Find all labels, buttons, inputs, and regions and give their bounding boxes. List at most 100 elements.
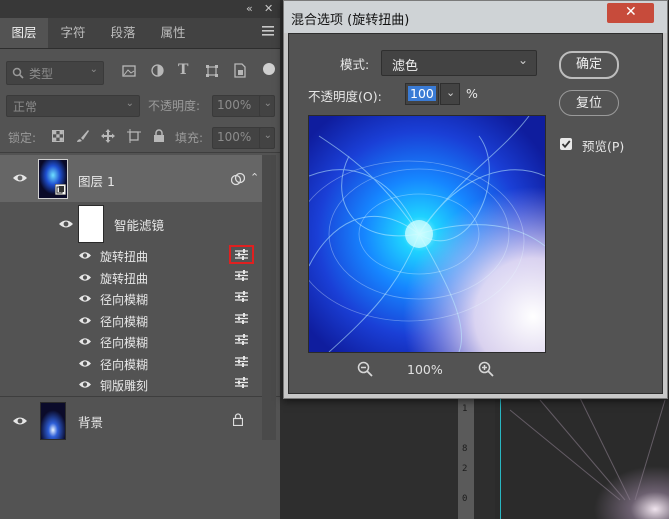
filter-row[interactable]: 径向模糊 — [0, 288, 262, 309]
mode-label: 模式: — [340, 57, 370, 72]
close-button[interactable]: ✕ — [607, 3, 654, 23]
fill-dropdown[interactable]: ⌄ — [259, 127, 275, 149]
layer-row-smart-filters[interactable]: 智能滤镜 — [0, 202, 262, 244]
layer-name: 图层 1 — [78, 174, 115, 189]
panel-tabs: 图层 字符 段落 属性 — [0, 18, 280, 49]
opacity-field[interactable]: 100% — [212, 95, 262, 117]
dialog-body: 模式: 滤色 ⌄ 不透明度(O): 100 ⌄ % 确定 复位 预览(P) 10… — [288, 33, 663, 394]
zoom-level: 100% — [407, 362, 443, 377]
lock-artboard-icon[interactable] — [127, 129, 141, 143]
mode-dropdown[interactable]: 滤色 ⌄ — [381, 50, 537, 76]
filter-row[interactable]: 旋转扭曲 — [0, 245, 262, 266]
ruler-tick: 1 — [462, 404, 468, 414]
ruler-tick: 8 — [462, 444, 468, 454]
filter-blending-options-button[interactable] — [229, 269, 254, 281]
vertical-ruler: 1 8 2 0 — [458, 396, 474, 519]
opacity-label: 不透明度(O): — [308, 89, 382, 104]
chevron-down-icon: ⌄ — [263, 130, 272, 141]
lock-image-pixels-icon[interactable] — [76, 129, 90, 143]
smart-object-filter-icon[interactable] — [233, 63, 247, 78]
collapse-chevron-icon[interactable]: ⌃ — [250, 171, 259, 184]
reset-button[interactable]: 复位 — [559, 90, 619, 116]
opacity-label: 不透明度: — [148, 99, 201, 113]
visibility-eye-icon[interactable] — [58, 219, 74, 229]
filter-blending-options-button[interactable] — [229, 312, 254, 324]
preview-image[interactable] — [308, 115, 546, 353]
filter-blending-options-button[interactable] — [229, 377, 254, 388]
lock-all-icon[interactable] — [153, 129, 165, 143]
ok-button[interactable]: 确定 — [559, 51, 619, 79]
filter-toggle-icon[interactable] — [262, 62, 276, 76]
lock-position-icon[interactable] — [101, 129, 115, 143]
filter-name: 径向模糊 — [100, 293, 149, 307]
sliders-icon — [235, 312, 248, 324]
image-filter-icon[interactable] — [122, 65, 136, 77]
panel-menu-icon[interactable] — [262, 26, 274, 36]
layer-row-layer1[interactable]: 图层 1 ⌃ — [0, 155, 262, 202]
ruler-tick: 2 — [462, 464, 468, 474]
divider — [0, 396, 280, 397]
filter-blending-options-button[interactable] — [229, 245, 254, 264]
close-icon[interactable]: ✕ — [264, 3, 273, 15]
visibility-eye-icon[interactable] — [78, 294, 92, 303]
lock-transparent-pixels-icon[interactable] — [52, 130, 64, 142]
filter-mask-thumbnail — [78, 205, 104, 243]
dialog-titlebar[interactable]: 混合选项 (旋转扭曲) ✕ — [284, 1, 667, 33]
opacity-dropdown[interactable]: ⌄ — [440, 83, 460, 105]
opacity-dropdown[interactable]: ⌄ — [259, 95, 275, 117]
filter-blending-options-button[interactable] — [229, 291, 254, 302]
chevron-down-icon: ⌄ — [446, 86, 456, 99]
fill-field[interactable]: 100% — [212, 127, 262, 149]
filter-row[interactable]: 径向模糊 — [0, 353, 262, 374]
smart-filter-name: 智能滤镜 — [114, 218, 165, 233]
visibility-eye-icon[interactable] — [78, 273, 92, 282]
blending-options-dialog: 混合选项 (旋转扭曲) ✕ 模式: 滤色 ⌄ 不透明度(O): 100 ⌄ % … — [283, 0, 668, 399]
layer-name: 背景 — [78, 415, 104, 430]
filter-name: 旋转扭曲 — [100, 250, 149, 264]
visibility-eye-icon[interactable] — [12, 173, 28, 183]
collapse-icon[interactable]: « — [246, 3, 253, 15]
filter-blending-options-button[interactable] — [229, 355, 254, 367]
lock-icon[interactable] — [233, 413, 243, 426]
layer-row-background[interactable]: 背景 — [0, 398, 262, 442]
scrollbar-track[interactable] — [262, 155, 276, 440]
type-filter-icon[interactable]: T — [178, 62, 188, 78]
guide-line — [500, 396, 501, 519]
visibility-eye-icon[interactable] — [78, 316, 92, 325]
percent-label: % — [466, 86, 478, 101]
shape-filter-icon[interactable] — [205, 64, 219, 78]
opacity-input[interactable]: 100 — [405, 83, 439, 105]
tab-layers[interactable]: 图层 — [0, 18, 48, 48]
lock-label: 锁定: — [8, 131, 37, 145]
filter-row[interactable]: 径向模糊 — [0, 331, 262, 352]
sliders-icon — [235, 249, 248, 260]
sliders-icon — [235, 377, 248, 388]
layers-panel: « ✕ 图层 字符 段落 属性 类型 ⌄ T 正常 ⌄ 不透明度: 100% ⌄… — [0, 0, 280, 519]
visibility-eye-icon[interactable] — [78, 337, 92, 346]
filter-row[interactable]: 铜版雕刻 — [0, 374, 262, 395]
visibility-eye-icon[interactable] — [12, 416, 28, 426]
adjustment-filter-icon[interactable] — [151, 64, 164, 77]
visibility-eye-icon[interactable] — [78, 359, 92, 368]
smart-object-badge-icon — [55, 184, 66, 195]
preview-checkbox[interactable] — [560, 138, 572, 150]
sliders-icon — [235, 291, 248, 302]
fill-label: 填充: — [175, 131, 204, 145]
filter-name: 旋转扭曲 — [100, 271, 149, 286]
filter-row[interactable]: 旋转扭曲 — [0, 267, 262, 288]
filter-name: 径向模糊 — [100, 336, 149, 350]
tab-character[interactable]: 字符 — [48, 18, 98, 48]
layer-thumbnail — [38, 159, 68, 199]
tab-paragraph[interactable]: 段落 — [98, 18, 148, 48]
filter-blending-options-button[interactable] — [229, 334, 254, 345]
layer-filter-dropdown[interactable]: 类型 ⌄ — [6, 61, 104, 85]
visibility-eye-icon[interactable] — [78, 380, 92, 389]
tab-properties[interactable]: 属性 — [148, 18, 198, 48]
zoom-out-icon[interactable] — [357, 361, 373, 377]
blend-mode-dropdown[interactable]: 正常 ⌄ — [6, 95, 140, 117]
filter-row[interactable]: 径向模糊 — [0, 310, 262, 331]
visibility-eye-icon[interactable] — [78, 251, 92, 260]
checkmark-icon — [561, 140, 571, 149]
zoom-in-icon[interactable] — [478, 361, 494, 377]
mode-value: 滤色 — [392, 59, 419, 74]
